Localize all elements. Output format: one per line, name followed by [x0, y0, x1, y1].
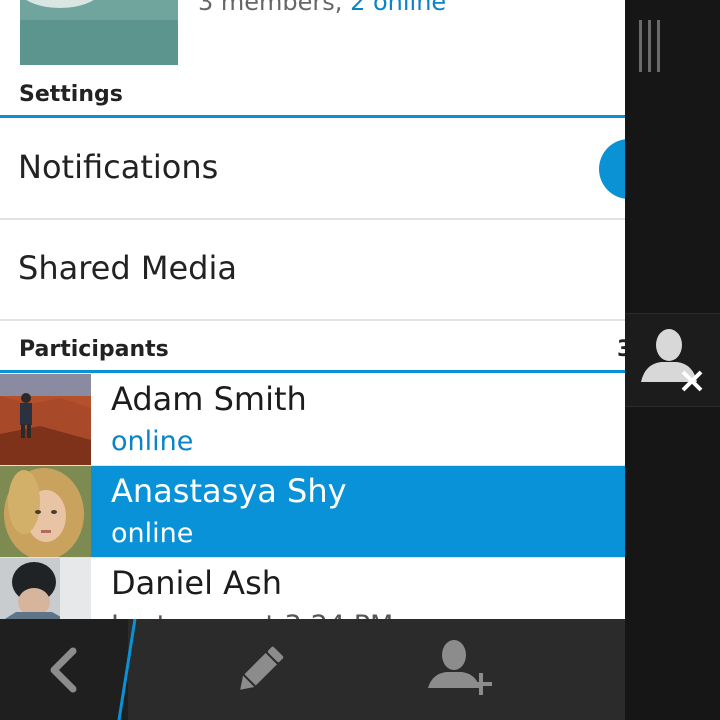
participants-count: 3: [617, 337, 625, 362]
group-avatar[interactable]: [20, 0, 178, 65]
participant-row-anastasya-shy[interactable]: Anastasya Shy online: [0, 466, 625, 559]
remove-participant-button[interactable]: [625, 313, 720, 407]
participants-header-label: Participants: [19, 337, 169, 362]
group-header: 3 members, 2 online: [0, 0, 625, 80]
side-action-panel: [625, 0, 720, 720]
action-bar: [0, 619, 625, 720]
add-participant-button[interactable]: [400, 619, 520, 720]
back-button[interactable]: [0, 619, 128, 720]
members-summary: 3 members, 2 online: [198, 0, 446, 16]
online-count-link[interactable]: 2 online: [350, 0, 446, 16]
avatar: [0, 374, 91, 465]
avatar-image: [0, 374, 91, 465]
group-avatar-image: [20, 0, 178, 65]
add-participant-icon: [428, 639, 492, 695]
participant-row-adam-smith[interactable]: Adam Smith online: [0, 374, 625, 467]
settings-section-header: Settings: [0, 77, 625, 118]
grip-icon[interactable]: [639, 20, 667, 72]
back-icon: [50, 647, 77, 693]
edit-button[interactable]: [200, 619, 320, 720]
participant-name: Anastasya Shy: [111, 472, 347, 510]
notifications-label: Notifications: [18, 148, 219, 186]
shared-media-row[interactable]: Shared Media: [0, 219, 625, 321]
participant-name: Daniel Ash: [111, 564, 283, 602]
notifications-row[interactable]: Notifications: [0, 118, 625, 220]
avatar: [0, 466, 91, 557]
action-bar-divider: [117, 619, 137, 720]
remove-participant-icon: [641, 329, 703, 392]
pencil-icon: [240, 646, 284, 690]
settings-header-label: Settings: [19, 82, 123, 107]
avatar-image: [0, 466, 91, 557]
shared-media-label: Shared Media: [18, 249, 237, 287]
participants-section-header: Participants 3: [0, 332, 625, 373]
members-count-text: 3 members,: [198, 0, 351, 16]
chat-info-screen: 3 members, 2 online Settings Notificatio…: [0, 0, 625, 720]
participant-status: online: [111, 518, 194, 549]
participant-status: online: [111, 426, 194, 457]
participant-name: Adam Smith: [111, 380, 307, 418]
